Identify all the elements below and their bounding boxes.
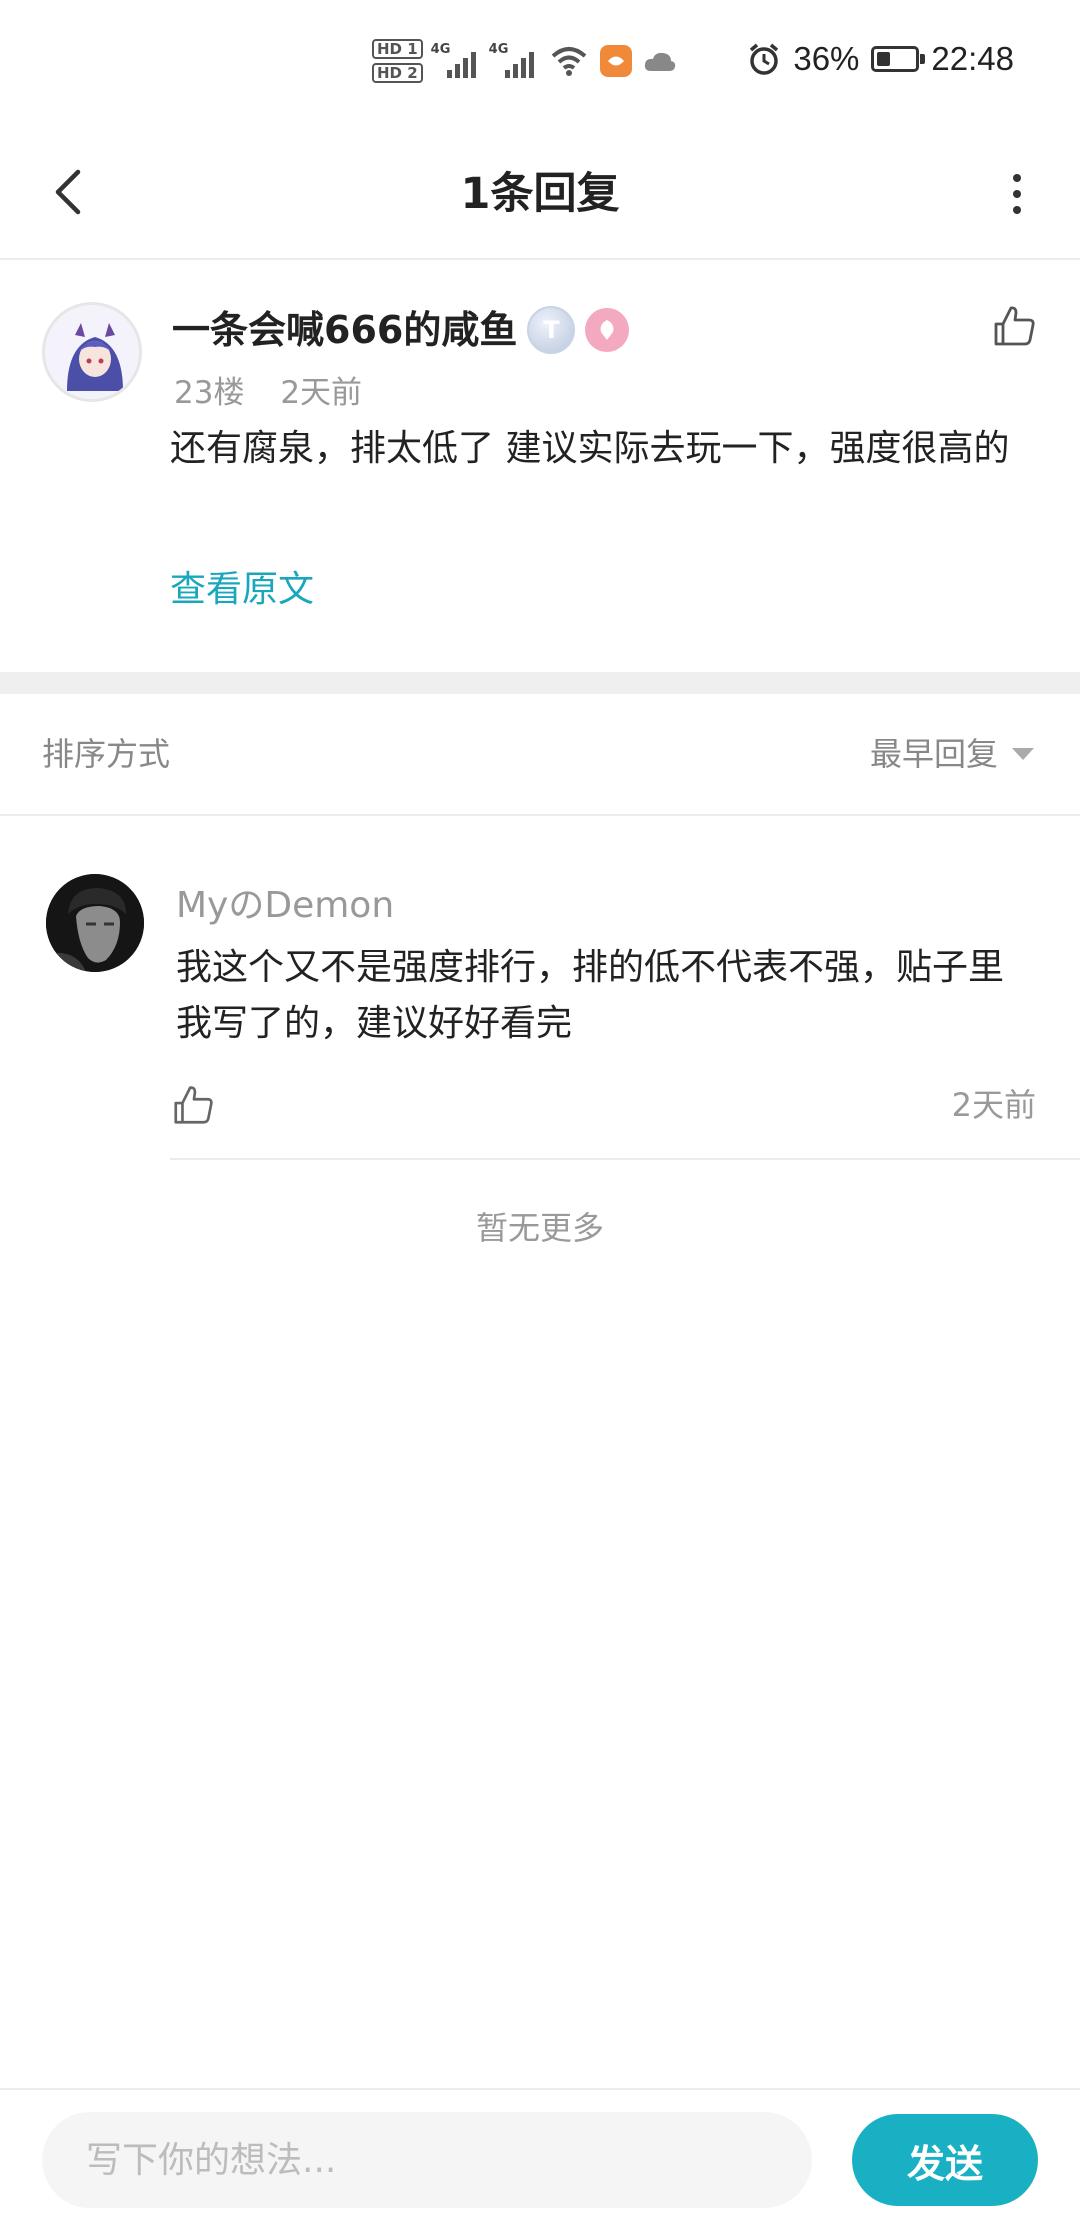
sort-label: 排序方式: [42, 735, 171, 773]
comment-input[interactable]: [42, 2112, 812, 2208]
reply-content: 我这个又不是强度排行，排的低不代表不强，贴子里我写了的，建议好好看完: [176, 947, 1005, 1044]
avatar[interactable]: [42, 302, 142, 402]
app-notification-icon: [599, 45, 632, 77]
nav-bar: 1条回复: [0, 128, 1080, 260]
thumbs-up-icon[interactable]: [990, 302, 1038, 350]
caret-down-icon: [1012, 748, 1034, 760]
reply-time: 2天前: [951, 1086, 1036, 1124]
more-vertical-icon[interactable]: [1002, 164, 1032, 224]
post-time: 2天前: [280, 375, 363, 411]
reply-author-name[interactable]: MyのDemon: [176, 876, 394, 936]
wifi-icon: [551, 47, 586, 76]
hd2-label: HD 2: [372, 63, 423, 83]
status-bar: HD 1 HD 2 4G 4G 36% 22:48: [0, 0, 1080, 128]
hd1-label: HD 1: [372, 39, 423, 59]
battery-percent: 36%: [793, 40, 860, 77]
user-photo-image: [46, 874, 144, 972]
sort-dropdown[interactable]: 最早回复: [870, 726, 1034, 782]
sort-selected-value: 最早回复: [869, 735, 998, 773]
no-more-text: 暂无更多: [475, 1209, 604, 1247]
signal-icon: 4G: [430, 42, 481, 78]
signal-icon: 4G: [488, 42, 539, 78]
floor-number: 23楼: [174, 375, 245, 411]
comment-composer: 发送: [0, 2088, 1080, 2230]
thumbs-up-icon[interactable]: [170, 1082, 216, 1128]
post-meta: 23楼 2天前: [174, 368, 362, 418]
battery-fill: [877, 52, 891, 66]
author-name[interactable]: 一条会喊666的咸鱼: [172, 300, 517, 360]
anime-avatar-image: [45, 305, 139, 399]
author-row: 一条会喊666的咸鱼 T: [172, 300, 630, 360]
medal-badge-icon: [585, 308, 630, 352]
section-divider: [0, 672, 1080, 694]
page-title: 1条回复: [460, 169, 620, 219]
battery-icon: [871, 46, 926, 72]
network-type-label: 4G: [488, 42, 509, 57]
network-type-label: 4G: [430, 42, 451, 57]
reply-divider: [170, 1158, 1080, 1160]
level-badge-icon: T: [527, 306, 576, 354]
sort-bar: 排序方式 最早回复: [0, 694, 1080, 816]
original-comment: 一条会喊666的咸鱼 T 23楼 2天前 还有腐泉，排太低了 建议实际去玩一下，…: [0, 260, 1080, 672]
send-button[interactable]: 发送: [852, 2114, 1038, 2206]
post-content: 还有腐泉，排太低了 建议实际去玩一下，强度很高的: [170, 428, 1010, 469]
reply-item: MyのDemon 我这个又不是强度排行，排的低不代表不强，贴子里我写了的，建议好…: [0, 816, 1080, 1160]
view-original-link[interactable]: 查看原文: [170, 560, 314, 620]
hd-indicator: HD 1 HD 2: [372, 39, 423, 83]
clock: 22:48: [931, 40, 1014, 77]
cloud-icon: [644, 52, 675, 71]
avatar[interactable]: [46, 874, 144, 972]
alarm-icon: [750, 43, 779, 75]
status-left: HD 1 HD 2 4G 4G: [372, 36, 677, 86]
status-right: 36% 22:48: [747, 40, 1014, 78]
